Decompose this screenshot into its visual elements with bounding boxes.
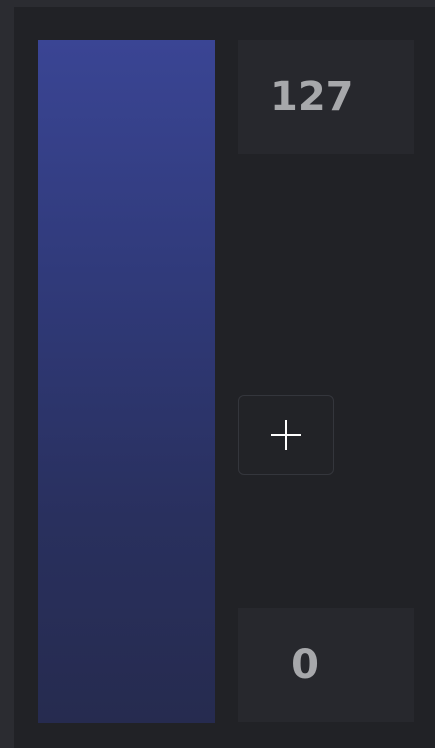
min-value-field[interactable]: 0 [238, 608, 414, 722]
plus-icon [271, 420, 301, 450]
min-value-label: 0 [291, 642, 319, 688]
gradient-bar[interactable] [38, 40, 215, 723]
max-value-label: 127 [270, 74, 354, 120]
add-button[interactable] [238, 395, 334, 475]
max-value-field[interactable]: 127 [238, 40, 414, 154]
range-editor: 127 0 [0, 0, 435, 748]
